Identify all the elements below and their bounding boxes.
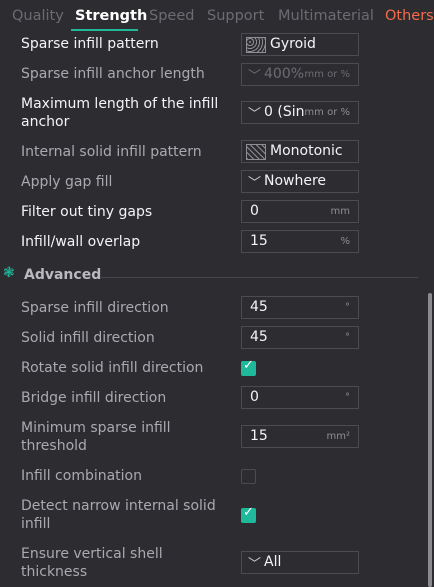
vertical-shell-thickness-label: Ensure vertical shell thickness <box>21 546 163 580</box>
vertical-shell-thickness-value: All <box>264 554 282 570</box>
infill-wall-overlap-input[interactable]: 15 % <box>241 230 359 253</box>
rotate-solid-infill-label: Rotate solid infill direction <box>21 360 204 376</box>
tab-quality[interactable]: Quality <box>12 8 64 24</box>
sparse-infill-pattern-label: Sparse infill pattern <box>21 36 159 52</box>
tab-speed[interactable]: Speed <box>149 8 194 24</box>
vertical-shell-thickness-select[interactable]: ﹀ All <box>241 551 359 574</box>
infill-combination-checkbox[interactable] <box>241 469 256 484</box>
bridge-infill-direction-input[interactable]: 0 ° <box>241 386 359 409</box>
tab-support[interactable]: Support <box>207 8 264 24</box>
sparse-infill-pattern-select[interactable]: Gyroid <box>241 33 359 56</box>
solid-infill-direction-value: 45 <box>250 329 268 345</box>
max-anchor-value: 0 (Sin <box>264 104 305 120</box>
bridge-infill-direction-value: 0 <box>250 389 259 405</box>
anchor-length-combo[interactable]: ﹀ 400% mm or % <box>241 63 359 86</box>
max-anchor-label: Maximum length of the infill anchor <box>21 96 219 130</box>
solid-infill-direction-input[interactable]: 45 ° <box>241 326 359 349</box>
bridge-infill-direction-label: Bridge infill direction <box>21 390 167 406</box>
infill-wall-overlap-unit: % <box>340 236 350 247</box>
infill-wall-overlap-label: Infill/wall overlap <box>21 234 141 250</box>
anchor-length-value: 400% <box>264 66 305 82</box>
tab-strength[interactable]: Strength <box>75 8 147 24</box>
detect-narrow-solid-infill-checkbox[interactable]: ✓ <box>241 505 256 523</box>
chevron-down-icon: ﹀ <box>248 107 262 122</box>
minimum-sparse-infill-threshold-input[interactable]: 15 mm² <box>241 425 359 448</box>
tiny-gaps-unit: mm <box>330 206 350 217</box>
rotate-solid-infill-checkbox[interactable]: ✓ <box>241 358 256 376</box>
tiny-gaps-label: Filter out tiny gaps <box>21 204 153 220</box>
tab-others[interactable]: Others <box>385 8 434 24</box>
tiny-gaps-value: 0 <box>250 203 259 219</box>
gap-fill-select[interactable]: ﹀ Nowhere <box>241 170 359 193</box>
advanced-section-title: Advanced <box>24 267 102 283</box>
minimum-sparse-infill-threshold-label: Minimum sparse infill threshold <box>21 420 171 454</box>
solid-infill-direction-unit: ° <box>345 332 350 343</box>
infill-combination-label: Infill combination <box>21 468 142 484</box>
active-tab-indicator <box>71 29 138 31</box>
max-anchor-unit: mm or % <box>304 107 350 118</box>
anchor-length-unit: mm or % <box>304 69 350 80</box>
internal-solid-pattern-label: Internal solid infill pattern <box>21 144 202 160</box>
gyroid-pattern-icon <box>246 37 266 53</box>
anchor-length-label: Sparse infill anchor length <box>21 66 205 82</box>
gap-fill-label: Apply gap fill <box>21 174 113 190</box>
chevron-down-icon: ﹀ <box>248 557 262 572</box>
sparse-infill-direction-input[interactable]: 45 ° <box>241 296 359 319</box>
section-divider <box>101 277 418 278</box>
chevron-down-icon: ﹀ <box>248 69 262 84</box>
infill-wall-overlap-value: 15 <box>250 233 268 249</box>
checkmark-icon: ✓ <box>243 505 254 520</box>
minimum-sparse-infill-threshold-value: 15 <box>250 428 268 444</box>
sparse-infill-direction-label: Sparse infill direction <box>21 300 169 316</box>
advanced-section-header: ❃ Advanced <box>0 265 428 287</box>
sparse-infill-direction-unit: ° <box>345 302 350 313</box>
advanced-settings-icon: ❃ <box>3 265 15 281</box>
solid-infill-direction-label: Solid infill direction <box>21 330 155 346</box>
minimum-sparse-infill-threshold-unit: mm² <box>326 431 351 442</box>
internal-solid-pattern-select[interactable]: Monotonic <box>241 140 359 163</box>
monotonic-pattern-icon <box>246 144 266 160</box>
detect-narrow-solid-infill-label: Detect narrow internal solid infill <box>21 498 216 532</box>
internal-solid-pattern-value: Monotonic <box>270 143 343 159</box>
tab-multimaterial[interactable]: Multimaterial <box>278 8 374 24</box>
gap-fill-value: Nowhere <box>264 173 327 189</box>
bridge-infill-direction-unit: ° <box>345 392 350 403</box>
chevron-down-icon: ﹀ <box>248 176 262 191</box>
tiny-gaps-input[interactable]: 0 mm <box>241 200 359 223</box>
vertical-scrollbar[interactable] <box>428 293 432 587</box>
checkmark-icon: ✓ <box>243 358 254 373</box>
max-anchor-combo[interactable]: ﹀ 0 (Sin mm or % <box>241 101 359 124</box>
settings-list: Sparse infill pattern Gyroid Sparse infi… <box>0 32 428 587</box>
tab-bar: Quality Strength Speed Support Multimate… <box>0 0 434 32</box>
sparse-infill-direction-value: 45 <box>250 299 268 315</box>
sparse-infill-pattern-value: Gyroid <box>270 36 316 52</box>
